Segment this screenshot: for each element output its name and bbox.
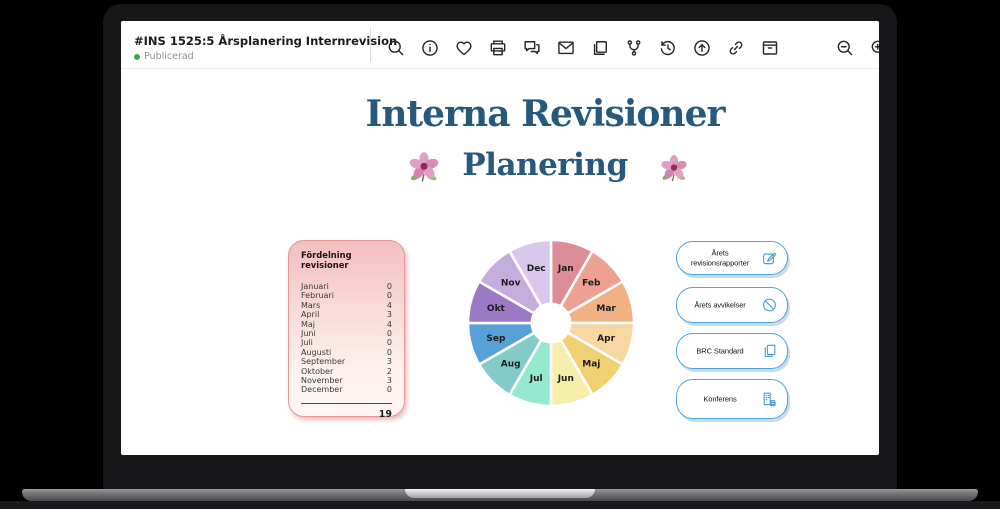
laptop-mockup: #INS 1525:5 Årsplanering Internrevision … bbox=[0, 0, 1000, 509]
edit-icon bbox=[761, 250, 778, 267]
action-button-label: Årets avvikelser bbox=[682, 300, 758, 310]
toolbar bbox=[386, 38, 780, 58]
page-title: Interna Revisioner bbox=[245, 93, 845, 135]
distribution-row: November 3 bbox=[301, 376, 392, 385]
month-value: 0 bbox=[387, 291, 392, 300]
distribution-card-title: Fördelning revisioner bbox=[301, 250, 392, 270]
laptop-bezel: #INS 1525:5 Årsplanering Internrevision … bbox=[103, 4, 897, 490]
distribution-row: Maj 4 bbox=[301, 320, 392, 329]
conference-icon bbox=[761, 391, 778, 408]
month-wheel-chart: Jan Feb Mar Apr Maj Jun Jul Aug Sep Okt Nov Dec bbox=[466, 238, 636, 408]
month-label: September bbox=[301, 357, 345, 366]
distribution-total: 19 bbox=[301, 403, 392, 420]
zoom-out-icon[interactable] bbox=[835, 38, 855, 58]
action-button-edit[interactable]: Årets revisionsrapporter bbox=[676, 241, 788, 275]
laptop-notch bbox=[405, 489, 595, 498]
distribution-card: Fördelning revisioner Januari0Februari0M… bbox=[288, 240, 405, 417]
document-title: #INS 1525:5 Årsplanering Internrevision bbox=[134, 34, 397, 48]
action-button-label: BRC Standard bbox=[682, 346, 758, 356]
month-value: 0 bbox=[387, 329, 392, 338]
distribution-row: September 3 bbox=[301, 357, 392, 366]
workflow-icon[interactable] bbox=[624, 38, 644, 58]
action-button-blocked[interactable]: Årets avvikelser bbox=[676, 287, 788, 323]
status-label: Publicerad bbox=[144, 51, 194, 62]
document-status: Publicerad bbox=[134, 51, 397, 62]
action-button-conference[interactable]: Konferens bbox=[676, 379, 788, 419]
distribution-row: Mars 4 bbox=[301, 301, 392, 310]
month-value: 0 bbox=[387, 348, 392, 357]
action-button-label: Konferens bbox=[682, 394, 758, 404]
month-label: Oktober bbox=[301, 367, 333, 376]
month-label: Mars bbox=[301, 301, 320, 310]
month-value: 0 bbox=[387, 385, 392, 394]
distribution-row: Februari 0 bbox=[301, 291, 392, 300]
wheel-month-label: Jul bbox=[529, 374, 543, 384]
wheel-month-label: Mar bbox=[596, 304, 616, 314]
document-info: #INS 1525:5 Årsplanering Internrevision … bbox=[134, 34, 397, 62]
wheel-month-label: Apr bbox=[597, 334, 615, 344]
month-label: Juli bbox=[301, 338, 313, 347]
month-label: Juni bbox=[301, 329, 316, 338]
wheel-month-label: Nov bbox=[501, 279, 521, 289]
link-icon[interactable] bbox=[726, 38, 746, 58]
month-value: 3 bbox=[387, 376, 392, 385]
month-value: 4 bbox=[387, 301, 392, 310]
month-value: 2 bbox=[387, 367, 392, 376]
action-button-label: Årets revisionsrapporter bbox=[682, 249, 758, 268]
month-label: November bbox=[301, 376, 343, 385]
history-icon[interactable] bbox=[658, 38, 678, 58]
distribution-row: Juli 0 bbox=[301, 338, 392, 347]
month-label: Februari bbox=[301, 291, 334, 300]
month-value: 0 bbox=[387, 282, 392, 291]
distribution-row: Januari 0 bbox=[301, 282, 392, 291]
status-dot-icon bbox=[134, 54, 140, 60]
blocked-icon bbox=[761, 297, 778, 314]
wheel-month-label: Jan bbox=[557, 264, 574, 274]
print-icon[interactable] bbox=[488, 38, 508, 58]
screen: #INS 1525:5 Årsplanering Internrevision … bbox=[121, 21, 879, 455]
month-value: 3 bbox=[387, 310, 392, 319]
zoom-in-icon[interactable] bbox=[869, 38, 879, 58]
month-value: 0 bbox=[387, 338, 392, 347]
month-label: Maj bbox=[301, 320, 315, 329]
month-value: 3 bbox=[387, 357, 392, 366]
upload-icon[interactable] bbox=[692, 38, 712, 58]
toolbar-zoom-group bbox=[835, 38, 879, 58]
distribution-row: Augusti 0 bbox=[301, 348, 392, 357]
month-label: April bbox=[301, 310, 319, 319]
search-icon[interactable] bbox=[386, 38, 406, 58]
copy-icon[interactable] bbox=[590, 38, 610, 58]
month-label: Augusti bbox=[301, 348, 331, 357]
document-header: #INS 1525:5 Årsplanering Internrevision … bbox=[121, 21, 879, 69]
wheel-month-label: Aug bbox=[501, 359, 521, 369]
wheel-month-label: Jun bbox=[557, 374, 574, 384]
info-icon[interactable] bbox=[420, 38, 440, 58]
distribution-row: Oktober 2 bbox=[301, 367, 392, 376]
distribution-rows: Januari0Februari0Mars4April3Maj4Juni0Jul… bbox=[301, 282, 392, 395]
archive-icon[interactable] bbox=[760, 38, 780, 58]
wheel-month-label: Maj bbox=[582, 359, 600, 369]
month-value: 4 bbox=[387, 320, 392, 329]
action-button-documents[interactable]: BRC Standard bbox=[676, 333, 788, 369]
laptop-base-bottom bbox=[0, 501, 1000, 509]
comments-icon[interactable] bbox=[522, 38, 542, 58]
distribution-row: December 0 bbox=[301, 385, 392, 394]
wheel-month-label: Feb bbox=[582, 279, 601, 289]
documents-icon bbox=[761, 343, 778, 360]
toolbar-divider bbox=[370, 28, 371, 62]
mail-icon[interactable] bbox=[556, 38, 576, 58]
page-subtitle: Planering bbox=[245, 147, 845, 183]
favorite-icon[interactable] bbox=[454, 38, 474, 58]
distribution-row: April 3 bbox=[301, 310, 392, 319]
month-label: December bbox=[301, 385, 342, 394]
distribution-row: Juni 0 bbox=[301, 329, 392, 338]
laptop-base bbox=[22, 489, 978, 501]
month-label: Januari bbox=[301, 282, 329, 291]
wheel-month-label: Dec bbox=[527, 264, 546, 274]
wheel-month-label: Sep bbox=[486, 334, 506, 344]
flower-icon bbox=[659, 154, 689, 184]
wheel-month-label: Okt bbox=[487, 304, 506, 314]
